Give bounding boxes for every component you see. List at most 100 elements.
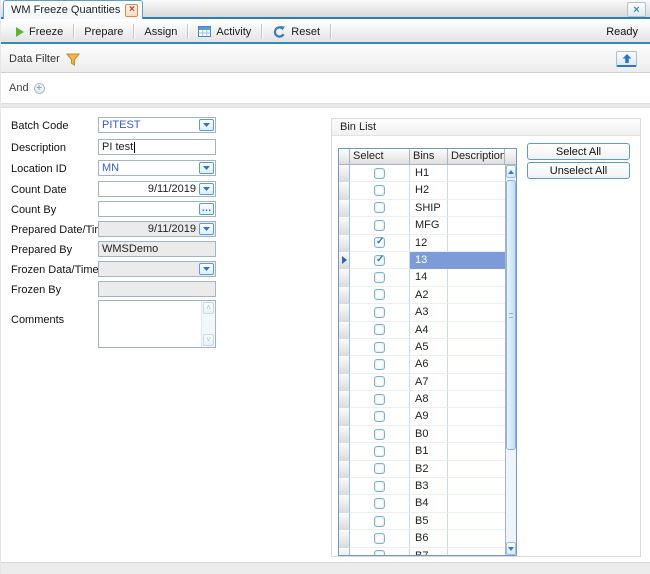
ellipsis-button[interactable]: … — [199, 203, 214, 215]
freeze-button[interactable]: Freeze — [7, 23, 72, 41]
assign-button[interactable]: Assign — [135, 23, 186, 41]
scrollbar-thumb[interactable] — [506, 180, 516, 450]
reset-button[interactable]: Reset — [263, 22, 329, 41]
bin-name-cell[interactable]: H1 — [410, 165, 448, 182]
scroll-down-button[interactable] — [506, 542, 516, 555]
bin-description-cell[interactable] — [448, 408, 505, 425]
table-row[interactable]: A9 — [339, 408, 505, 425]
comments-scrollbar[interactable]: ˄ ˅ — [201, 301, 215, 347]
bin-checkbox[interactable] — [374, 324, 385, 335]
bin-checkbox[interactable] — [374, 202, 385, 213]
row-selector-cell[interactable] — [339, 165, 350, 182]
filter-operator-label[interactable]: And — [9, 82, 29, 94]
description-input[interactable]: PI test — [98, 139, 216, 155]
bin-checkbox[interactable] — [374, 168, 385, 179]
dropdown-button[interactable] — [199, 223, 214, 235]
bin-description-cell[interactable] — [448, 530, 505, 547]
bin-name-cell[interactable]: A8 — [410, 391, 448, 408]
bin-name-cell[interactable]: A7 — [410, 374, 448, 391]
dropdown-button[interactable] — [199, 183, 214, 195]
bin-name-cell[interactable]: B2 — [410, 461, 448, 478]
table-row[interactable]: 14 — [339, 269, 505, 286]
bin-checkbox[interactable] — [374, 429, 385, 440]
bin-name-cell[interactable]: A9 — [410, 408, 448, 425]
bin-name-cell[interactable]: B5 — [410, 513, 448, 530]
bin-description-cell[interactable] — [448, 339, 505, 356]
table-row[interactable]: 13 — [339, 252, 505, 269]
bin-name-cell[interactable]: MFG — [410, 217, 448, 234]
bin-name-cell[interactable]: A3 — [410, 304, 448, 321]
bin-description-cell[interactable] — [448, 200, 505, 217]
row-selector-cell[interactable] — [339, 235, 350, 252]
bin-description-cell[interactable] — [448, 495, 505, 512]
row-selector-cell[interactable] — [339, 322, 350, 339]
bin-description-cell[interactable] — [448, 235, 505, 252]
select-cell[interactable] — [350, 356, 410, 373]
select-cell[interactable] — [350, 374, 410, 391]
select-cell[interactable] — [350, 443, 410, 460]
bin-description-cell[interactable] — [448, 252, 505, 269]
bin-checkbox[interactable] — [374, 446, 385, 457]
bin-checkbox[interactable] — [374, 255, 385, 266]
table-row[interactable]: A3 — [339, 304, 505, 321]
bin-name-cell[interactable]: B1 — [410, 443, 448, 460]
bin-checkbox[interactable] — [374, 481, 385, 492]
bin-description-cell[interactable] — [448, 165, 505, 182]
dropdown-button[interactable] — [199, 119, 214, 131]
bin-checkbox[interactable] — [374, 394, 385, 405]
bin-description-cell[interactable] — [448, 356, 505, 373]
table-row[interactable]: A6 — [339, 356, 505, 373]
table-row[interactable]: A8 — [339, 391, 505, 408]
select-cell[interactable] — [350, 513, 410, 530]
table-row[interactable]: H2 — [339, 182, 505, 199]
bin-name-cell[interactable]: 14 — [410, 269, 448, 286]
select-cell[interactable] — [350, 408, 410, 425]
table-row[interactable]: B7 — [339, 548, 505, 555]
bin-checkbox[interactable] — [374, 550, 385, 555]
row-selector-cell[interactable] — [339, 530, 350, 547]
bin-description-cell[interactable] — [448, 443, 505, 460]
select-cell[interactable] — [350, 339, 410, 356]
bin-name-cell[interactable]: H2 — [410, 182, 448, 199]
bin-description-cell[interactable] — [448, 304, 505, 321]
table-row[interactable]: B4 — [339, 495, 505, 512]
bin-checkbox[interactable] — [374, 359, 385, 370]
bin-checkbox[interactable] — [374, 289, 385, 300]
row-selector-cell[interactable] — [339, 391, 350, 408]
bin-name-cell[interactable]: B4 — [410, 495, 448, 512]
select-cell[interactable] — [350, 461, 410, 478]
select-cell[interactable] — [350, 530, 410, 547]
window-close-icon[interactable]: × — [627, 2, 646, 17]
row-selector-cell[interactable] — [339, 356, 350, 373]
bin-name-cell[interactable]: B6 — [410, 530, 448, 547]
bin-description-cell[interactable] — [448, 513, 505, 530]
batch-code-combo[interactable]: PITEST — [98, 117, 216, 133]
bin-name-cell[interactable]: B3 — [410, 478, 448, 495]
select-cell[interactable] — [350, 304, 410, 321]
table-row[interactable]: B1 — [339, 443, 505, 460]
select-cell[interactable] — [350, 200, 410, 217]
frozen-datetime-picker[interactable] — [98, 261, 216, 277]
bin-checkbox[interactable] — [374, 185, 385, 196]
row-selector-cell[interactable] — [339, 304, 350, 321]
table-row[interactable]: B2 — [339, 461, 505, 478]
row-selector-cell[interactable] — [339, 339, 350, 356]
bin-description-cell[interactable] — [448, 548, 505, 555]
tab-wm-freeze-quantities[interactable]: WM Freeze Quantities × — [3, 0, 143, 19]
bin-name-cell[interactable]: B0 — [410, 426, 448, 443]
bin-description-cell[interactable] — [448, 287, 505, 304]
select-cell[interactable] — [350, 235, 410, 252]
unselect-all-button[interactable]: Unselect All — [527, 162, 630, 179]
tab-close-icon[interactable]: × — [125, 4, 138, 17]
table-row[interactable]: B3 — [339, 478, 505, 495]
comments-textarea[interactable]: ˄ ˅ — [98, 300, 216, 348]
dropdown-button[interactable] — [199, 162, 214, 174]
description-column-header[interactable]: Description — [448, 149, 505, 165]
select-cell[interactable] — [350, 495, 410, 512]
bin-checkbox[interactable] — [374, 376, 385, 387]
bin-description-cell[interactable] — [448, 182, 505, 199]
add-condition-icon[interactable]: + — [34, 83, 45, 94]
select-cell[interactable] — [350, 269, 410, 286]
table-row[interactable]: B0 — [339, 426, 505, 443]
bin-checkbox[interactable] — [374, 411, 385, 422]
